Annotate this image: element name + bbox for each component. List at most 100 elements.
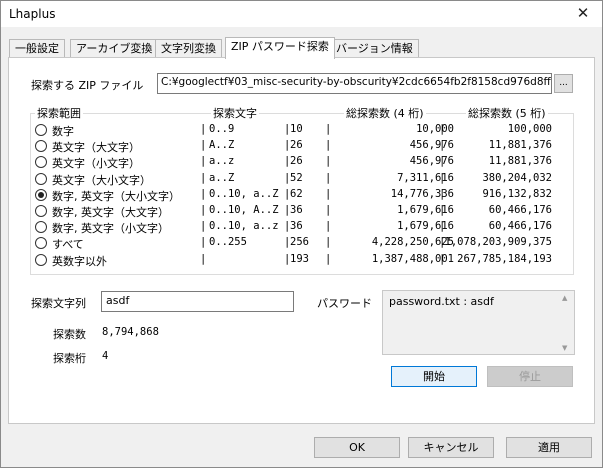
range-label: 英文字（大小文字） (52, 173, 151, 187)
range-char-count: 193 (290, 252, 309, 265)
search-range-row[interactable]: すべて | 0..255 | 256 | 4,228,250,625 | 1,078,203,9… (35, 235, 555, 251)
range-label: すべて (52, 238, 84, 252)
column-separator: | (200, 187, 207, 200)
cancel-button[interactable]: キャンセル (408, 437, 494, 458)
search-range-row[interactable]: 英数字以外 | | 193 | 1,387,488,001 | 267,785,184,193 (35, 252, 555, 268)
browse-button[interactable]: ... (554, 74, 573, 93)
range-total-five: 60,466,176 (488, 220, 552, 233)
stop-button[interactable]: 停止 (487, 366, 573, 387)
password-label: パスワード (317, 297, 372, 310)
range-total-five: 60,466,176 (488, 204, 552, 216)
range-char-count: 36 (290, 220, 303, 233)
search-string-input[interactable]: asdf (101, 291, 294, 312)
tab-zip-password-search[interactable]: ZIP パスワード探索 (225, 37, 335, 59)
range-char-count: 62 (290, 187, 303, 200)
search-range-row[interactable]: 英文字（小文字） | a..z | 26 | 456,976 | 11,881,376 (35, 154, 555, 170)
range-char-count: 10 (290, 123, 303, 135)
radio-button[interactable] (35, 124, 47, 136)
range-chars: 0..10, a..Z (209, 187, 279, 200)
range-total-four: 1,679,616 (397, 220, 454, 233)
ok-button[interactable]: OK (314, 437, 400, 458)
range-label: 数字, 英文字（大小文字） (52, 189, 180, 203)
tab-archive-convert[interactable]: アーカイブ変換 (70, 39, 159, 58)
range-label: 英文字（大文字） (52, 141, 140, 155)
tab-version-info[interactable]: バージョン情報 (330, 39, 419, 58)
range-chars: 0..10, A..Z (209, 204, 279, 216)
zip-file-label: 探索する ZIP ファイル (31, 79, 144, 92)
password-output[interactable]: password.txt : asdf ▲ ▼ (382, 290, 575, 355)
radio-button[interactable] (35, 221, 47, 234)
tab-general[interactable]: 一般設定 (9, 39, 65, 58)
range-total-four: 7,311,616 (397, 171, 454, 184)
range-total-five: 100,000 (507, 123, 552, 135)
range-chars: 0..9 (209, 123, 235, 135)
tab-string-convert[interactable]: 文字列変換 (155, 39, 222, 58)
range-chars: A..Z (209, 139, 235, 152)
radio-button[interactable] (35, 237, 47, 250)
range-label: 数字 (52, 125, 74, 138)
column-separator: | (200, 123, 207, 135)
search-range-row[interactable]: 英文字（大小文字） | a..Z | 52 | 7,311,616 | 380,204,032 (35, 171, 555, 187)
range-total-five: 11,881,376 (488, 155, 552, 168)
range-char-count: 52 (290, 171, 303, 184)
range-total-four: 10,000 (416, 123, 454, 135)
search-count-label: 探索数 (53, 328, 86, 341)
search-range-row[interactable]: 数字, 英文字（小文字） | 0..10, a..z | 36 | 1,679,616 | 60… (35, 219, 555, 235)
radio-button[interactable] (35, 205, 47, 217)
range-total-five: 267,785,184,193 (457, 252, 552, 265)
range-total-four: 456,976 (409, 155, 454, 168)
search-digits-label: 探索桁 (53, 352, 86, 365)
search-range-row[interactable]: 数字, 英文字（大小文字） | 0..10, a..Z | 62 | 14,776,336 |… (35, 187, 555, 203)
radio-button[interactable] (35, 140, 47, 153)
range-total-five: 380,204,032 (482, 171, 552, 184)
range-char-count: 26 (290, 155, 303, 168)
main-window: Lhaplus ✕ 一般設定 アーカイブ変換 文字列変換 ZIP パスワード探索… (0, 0, 603, 468)
radio-button[interactable] (35, 188, 47, 201)
column-separator: | (200, 220, 207, 233)
column-header-four-digit: 総探索数 (4 桁) (344, 105, 426, 121)
range-label: 英文字（小文字） (52, 157, 140, 171)
window-title: Lhaplus (9, 7, 56, 21)
radio-button[interactable] (35, 172, 47, 185)
apply-button[interactable]: 適用 (506, 437, 592, 458)
range-label: 数字, 英文字（小文字） (52, 222, 169, 236)
range-char-count: 256 (290, 236, 309, 249)
search-range-row[interactable]: 数字, 英文字（大文字） | 0..10, A..Z | 36 | 1,679,616 | 60… (35, 203, 555, 219)
range-total-five: 916,132,832 (482, 187, 552, 200)
range-total-five: 11,881,376 (488, 139, 552, 152)
password-value: password.txt : asdf (389, 295, 494, 308)
search-range-label: 探索範囲 (35, 105, 83, 121)
start-button[interactable]: 開始 (391, 366, 477, 387)
range-total-four: 456,976 (409, 139, 454, 152)
password-scrollbar[interactable]: ▲ ▼ (562, 294, 572, 352)
range-chars: 0..10, a..z (209, 220, 279, 233)
search-digits-value: 4 (102, 350, 109, 362)
scroll-up-icon[interactable]: ▲ (562, 294, 567, 302)
range-label: 数字, 英文字（大文字） (52, 206, 169, 219)
column-separator: | (200, 171, 207, 184)
range-total-four: 4,228,250,625 (371, 236, 454, 249)
column-header-five-digit: 総探索数 (5 桁) (466, 105, 548, 121)
radio-button[interactable] (35, 253, 47, 266)
column-separator: | (200, 139, 207, 152)
range-total-four: 14,776,336 (390, 187, 454, 200)
range-char-count: 26 (290, 139, 303, 152)
range-total-four: 1,679,616 (397, 204, 454, 216)
zip-file-input[interactable]: C:¥googlectf¥03_misc-security-by-obscuri… (157, 73, 552, 94)
range-chars: a..Z (209, 171, 235, 184)
scroll-down-icon[interactable]: ▼ (562, 344, 567, 352)
range-chars: 0..255 (209, 236, 247, 249)
close-icon[interactable]: ✕ (572, 3, 594, 23)
search-range-row[interactable]: 英文字（大文字） | A..Z | 26 | 456,976 | 11,881,376 (35, 138, 555, 154)
column-separator: | (200, 155, 207, 168)
range-total-five: 1,078,203,909,375 (444, 236, 552, 249)
column-separator: | (200, 236, 207, 249)
range-total-four: 1,387,488,001 (371, 252, 454, 265)
range-label: 英数字以外 (52, 254, 107, 268)
column-header-chars: 探索文字 (211, 105, 259, 121)
range-char-count: 36 (290, 204, 303, 216)
search-string-label: 探索文字列 (31, 297, 86, 310)
radio-button[interactable] (35, 156, 47, 169)
search-range-row[interactable]: 数字 | 0..9 | 10 | 10,000 | 100,000 (35, 122, 555, 138)
column-separator: | (200, 204, 207, 216)
